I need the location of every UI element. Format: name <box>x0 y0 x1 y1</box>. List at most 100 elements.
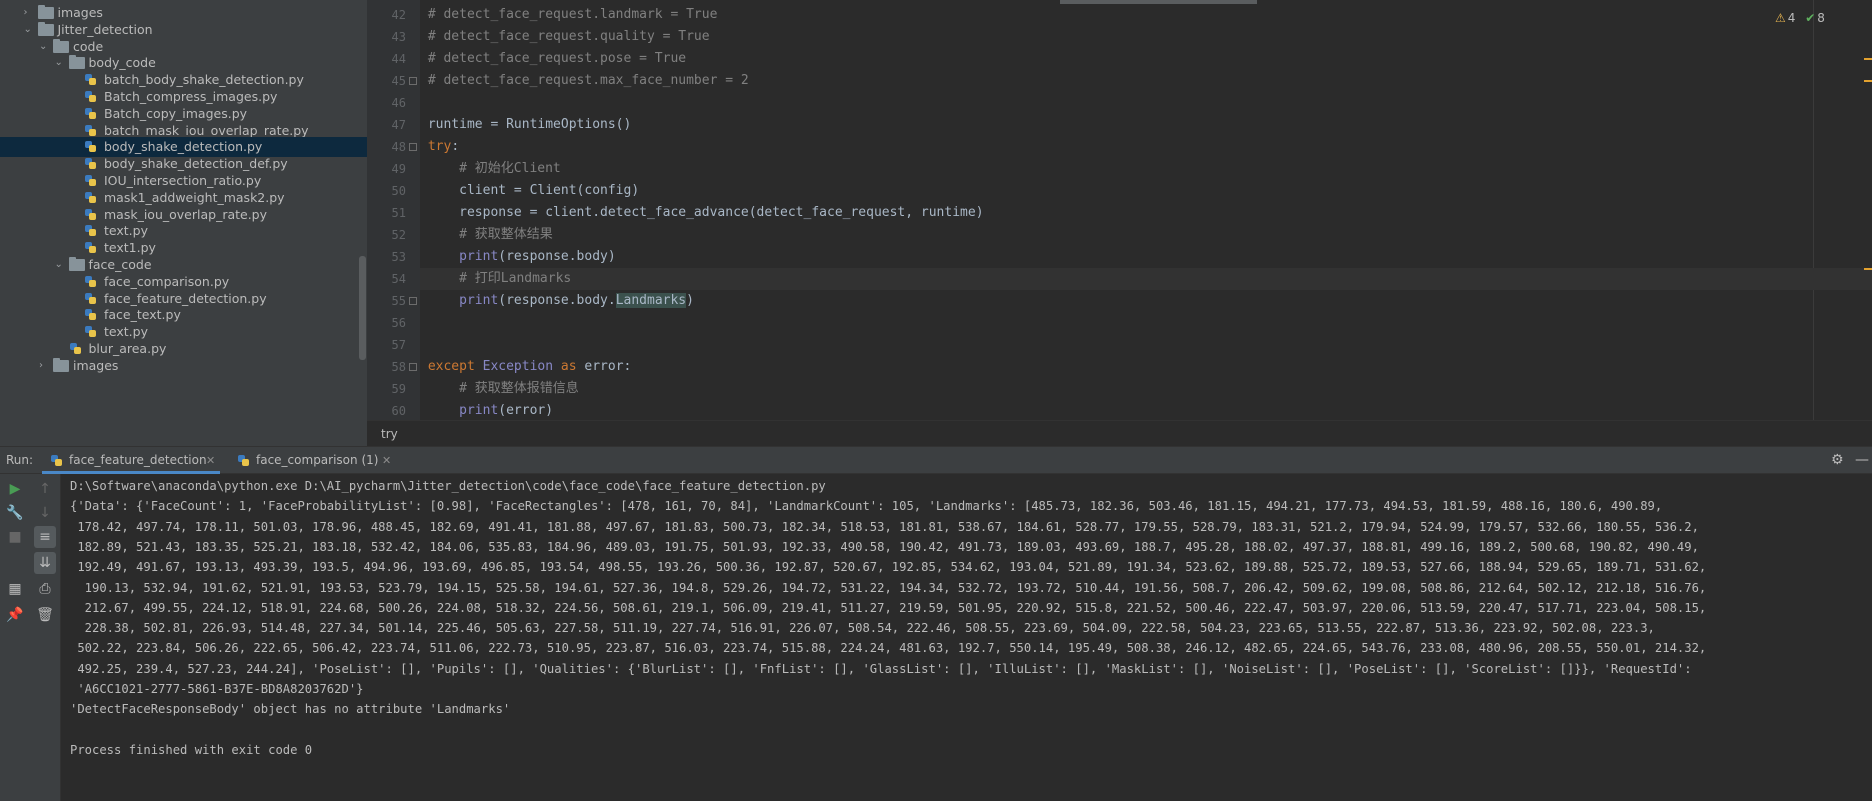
run-tab-face-comparison[interactable]: face_comparison (1) ✕ <box>229 447 399 474</box>
editor-horizontal-scrollbar[interactable] <box>1060 0 1257 4</box>
code-line <box>420 92 1872 114</box>
code-editor[interactable]: # detect_face_request.landmark = True # … <box>420 0 1872 420</box>
python-file-icon <box>85 141 96 153</box>
gear-icon[interactable]: ⚙ <box>1831 447 1844 474</box>
code-token: # 获取整体报错信息 <box>427 381 579 396</box>
folder-icon <box>37 21 54 36</box>
chevron-right-icon[interactable]: › <box>39 356 49 376</box>
pin-icon[interactable]: 📌 <box>4 604 26 626</box>
code-line: response = client.detect_face_advance(de… <box>420 202 1872 224</box>
code-line: # 初始化Client <box>420 158 1872 180</box>
code-token: runtime = RuntimeOptions() <box>427 117 632 132</box>
arrow-up-icon[interactable]: ↑ <box>34 478 56 500</box>
fold-marker-icon[interactable] <box>409 363 417 371</box>
soft-wrap-icon[interactable]: ≡ <box>34 526 56 548</box>
code-line <box>420 312 1872 334</box>
code-token: # detect_face_request.max_face_number = … <box>427 73 749 88</box>
console-line: 228.38, 502.81, 226.93, 514.48, 227.34, … <box>70 621 1655 636</box>
code-token: try <box>427 139 452 154</box>
code-token: client = Client(config) <box>427 183 640 198</box>
folder-icon <box>68 55 85 70</box>
code-token: as <box>553 359 585 374</box>
python-file-icon <box>85 292 96 304</box>
code-token: (response.body. <box>498 293 616 308</box>
code-line: # 获取整体结果 <box>420 224 1872 246</box>
code-line: # detect_face_request.max_face_number = … <box>420 70 1872 92</box>
tree-folder[interactable]: › images <box>0 356 367 376</box>
fold-marker-icon[interactable] <box>409 77 417 85</box>
run-tool-header: Run: face_feature_detection ✕ face_compa… <box>0 446 1872 474</box>
code-line: runtime = RuntimeOptions() <box>420 114 1872 136</box>
code-token: print <box>459 249 499 264</box>
print-icon[interactable]: ⎙ <box>34 578 56 600</box>
line-number: 42 <box>391 8 406 22</box>
console-line: Process finished with exit code 0 <box>70 742 313 757</box>
run-console[interactable]: D:\Software\anaconda\python.exe D:\AI_py… <box>61 474 1872 801</box>
code-token: # detect_face_request.quality = True <box>427 29 710 44</box>
fold-marker-icon[interactable] <box>409 143 417 151</box>
code-line: except Exception as error: <box>420 356 1872 378</box>
arrow-down-icon[interactable]: ↓ <box>34 502 56 524</box>
error-stripe-mark[interactable] <box>1864 58 1872 60</box>
code-token: # 打印Landmarks <box>427 271 572 286</box>
python-file-icon <box>85 175 96 186</box>
run-tab-label: face_feature_detection <box>69 453 207 467</box>
run-label: Run: <box>6 453 34 467</box>
close-icon[interactable]: ✕ <box>206 447 215 474</box>
warning-count: 4 <box>1787 11 1796 25</box>
line-number: 55 <box>391 294 406 308</box>
console-line: D:\Software\anaconda\python.exe D:\AI_py… <box>70 479 826 493</box>
stop-icon[interactable]: ■ <box>4 526 26 548</box>
line-number: 49 <box>391 162 406 176</box>
code-token: # detect_face_request.landmark = True <box>427 7 718 22</box>
minimize-icon[interactable]: — <box>1855 447 1869 474</box>
scroll-to-end-icon[interactable]: ⇊ <box>34 552 56 574</box>
code-line: # detect_face_request.quality = True <box>420 26 1872 48</box>
line-number: 54 <box>391 272 406 286</box>
tree-scrollbar[interactable] <box>359 256 366 360</box>
python-file-icon <box>85 225 96 237</box>
python-file-icon <box>85 326 96 338</box>
console-line: 178.42, 497.74, 178.11, 501.03, 178.96, … <box>70 519 1699 534</box>
code-line: print(response.body.Landmarks) <box>420 290 1872 312</box>
python-file-icon <box>85 275 96 287</box>
line-number: 50 <box>391 184 406 198</box>
inspection-widget[interactable]: ⚠ 4 ✔ 8 <box>1775 8 1825 28</box>
error-stripe-mark[interactable] <box>1864 80 1872 82</box>
code-line: # detect_face_request.landmark = True <box>420 4 1872 26</box>
run-tab-face-feature-detection[interactable]: face_feature_detection ✕ <box>42 447 220 474</box>
error-stripe-mark[interactable] <box>1864 268 1872 270</box>
code-token: # 获取整体结果 <box>427 227 553 242</box>
close-icon[interactable]: ✕ <box>382 447 391 474</box>
line-number: 58 <box>391 360 406 374</box>
python-file-icon <box>85 309 96 321</box>
fold-marker-icon[interactable] <box>409 297 417 305</box>
python-file-icon <box>85 124 96 136</box>
layout-icon[interactable]: ▦ <box>4 578 26 600</box>
console-line: 'DetectFaceResponseBody' object has no a… <box>70 702 511 717</box>
code-line: # detect_face_request.pose = True <box>420 48 1872 70</box>
code-line: print(error) <box>420 400 1872 420</box>
breadcrumb-item[interactable]: try <box>381 421 398 447</box>
python-file-icon <box>85 208 96 220</box>
wrench-icon[interactable]: 🔧 <box>4 502 26 524</box>
trash-icon[interactable]: 🗑 <box>34 604 56 626</box>
code-token: print <box>459 293 499 308</box>
rerun-icon[interactable]: ▶ <box>4 478 26 500</box>
console-line: 502.22, 223.84, 506.26, 222.65, 506.42, … <box>70 641 1707 656</box>
run-tab-label: face_comparison (1) <box>256 453 379 467</box>
line-number: 51 <box>391 206 406 220</box>
code-token: ) <box>686 293 694 308</box>
code-token: Exception <box>482 359 554 374</box>
code-line: # 获取整体报错信息 <box>420 378 1872 400</box>
